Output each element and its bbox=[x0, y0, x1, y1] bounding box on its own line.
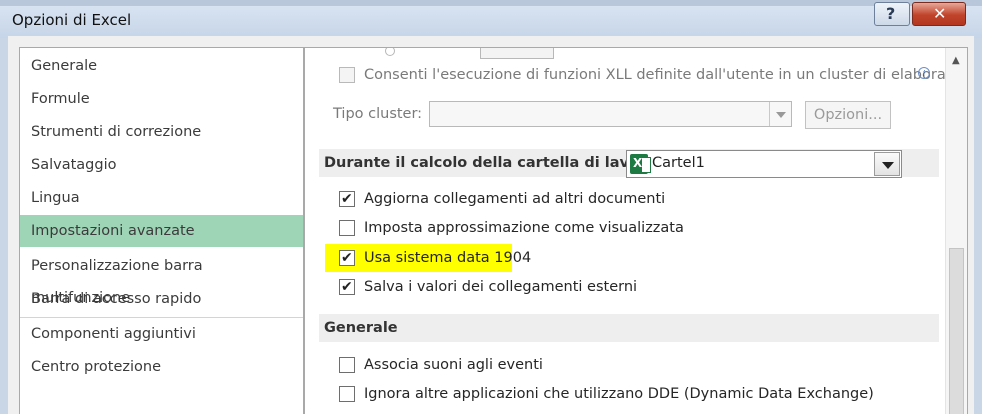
dde-checkbox[interactable] bbox=[339, 386, 355, 402]
xll-label: Consenti l'esecuzione di funzioni XLL de… bbox=[364, 67, 968, 83]
scroll-thumb[interactable] bbox=[949, 248, 964, 414]
date-1904-label: Usa sistema data 1904 bbox=[364, 250, 532, 266]
scroll-up-icon[interactable]: ▲ bbox=[952, 55, 960, 66]
update-links-checkbox[interactable] bbox=[339, 188, 355, 210]
chevron-down-icon[interactable] bbox=[874, 152, 900, 176]
precision-label: Imposta approssimazione come visualizzat… bbox=[364, 220, 684, 236]
advanced-settings-panel: Consenti l'esecuzione di funzioni XLL de… bbox=[304, 47, 968, 414]
workbook-value: Cartel1 bbox=[652, 155, 705, 171]
sidebar-item-generale[interactable]: Generale bbox=[20, 50, 303, 82]
excel-workbook-icon bbox=[630, 154, 651, 174]
sidebar-item-correzione[interactable]: Strumenti di correzione bbox=[20, 116, 303, 148]
cluster-type-select[interactable] bbox=[429, 101, 792, 127]
sidebar-item-centro-protezione[interactable]: Centro protezione bbox=[20, 351, 303, 383]
sidebar-item-componenti[interactable]: Componenti aggiuntivi bbox=[20, 318, 303, 350]
update-links-label: Aggiorna collegamenti ad altri documenti bbox=[364, 191, 666, 207]
general-section-header: Generale bbox=[319, 314, 939, 342]
vertical-scrollbar[interactable]: ▲ bbox=[945, 48, 967, 414]
close-icon: ✕ bbox=[933, 4, 947, 23]
save-link-values-checkbox[interactable] bbox=[339, 276, 355, 298]
partial-spinner[interactable] bbox=[480, 48, 554, 59]
sounds-checkbox[interactable] bbox=[339, 357, 355, 373]
help-icon: ? bbox=[886, 4, 896, 23]
sidebar-item-salvataggio[interactable]: Salvataggio bbox=[20, 149, 303, 181]
sidebar: Generale Formule Strumenti di correzione… bbox=[19, 47, 304, 414]
sidebar-item-formule[interactable]: Formule bbox=[20, 83, 303, 115]
cluster-type-label: Tipo cluster: bbox=[333, 106, 423, 122]
options-dialog: Generale Formule Strumenti di correzione… bbox=[8, 36, 974, 414]
sidebar-item-impostazioni-avanzate[interactable]: Impostazioni avanzate bbox=[20, 215, 303, 247]
title-bar: Opzioni di Excel ? ✕ bbox=[0, 0, 982, 38]
date-1904-checkbox[interactable] bbox=[339, 247, 355, 269]
options-button[interactable]: Opzioni... bbox=[805, 101, 891, 129]
precision-checkbox[interactable] bbox=[339, 220, 355, 236]
chevron-down-icon[interactable] bbox=[769, 102, 791, 126]
calc-section-title: Durante il calcolo della cartella di lav… bbox=[324, 155, 662, 171]
window-title: Opzioni di Excel bbox=[12, 11, 132, 29]
partial-radio[interactable] bbox=[385, 48, 395, 56]
sidebar-item-barra-multifunzione[interactable]: Personalizzazione barra multifunzione bbox=[20, 250, 303, 306]
dde-label: Ignora altre applicazioni che utilizzano… bbox=[364, 386, 874, 402]
general-section-title: Generale bbox=[324, 320, 398, 336]
save-link-values-label: Salva i valori dei collegamenti esterni bbox=[364, 279, 638, 295]
help-button[interactable]: ? bbox=[874, 2, 910, 26]
sidebar-item-accesso-rapido[interactable]: Barra di accesso rapido bbox=[20, 283, 303, 315]
sounds-label: Associa suoni agli eventi bbox=[364, 357, 543, 373]
info-icon[interactable]: i bbox=[918, 67, 930, 79]
background-app-strip bbox=[0, 0, 982, 6]
xll-checkbox[interactable] bbox=[339, 67, 355, 83]
close-button[interactable]: ✕ bbox=[912, 2, 966, 26]
workbook-select[interactable]: Cartel1 bbox=[626, 150, 902, 178]
sidebar-item-lingua[interactable]: Lingua bbox=[20, 182, 303, 214]
